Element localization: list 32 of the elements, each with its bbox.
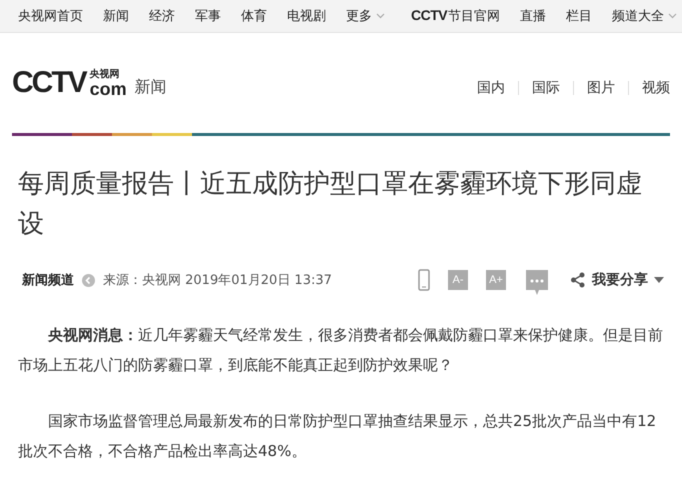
caret-icon bbox=[668, 13, 678, 19]
logo-domain: com bbox=[90, 80, 127, 98]
nav-link[interactable]: 经济 bbox=[149, 7, 175, 25]
back-icon[interactable] bbox=[82, 274, 95, 286]
nav-link[interactable]: 军事 bbox=[195, 7, 221, 25]
phone-icon[interactable] bbox=[418, 269, 430, 291]
source-date: 来源：央视网 2019年01月20日 13:37 bbox=[103, 272, 332, 289]
nav-link[interactable]: 更多 bbox=[346, 7, 385, 25]
paragraph: 央视网消息：近几年雾霾天气经常发生，很多消费者都会佩戴防霾口罩来保护健康。但是目前市场上五花八门的防雾霾口罩，到底能不能真正起到防护效果呢？ bbox=[18, 325, 664, 376]
nav-link[interactable]: 直播 bbox=[520, 7, 546, 25]
caret-icon bbox=[376, 13, 385, 19]
nav-link[interactable]: 栏目 bbox=[566, 7, 592, 25]
share-link[interactable]: 我要分享 bbox=[592, 271, 648, 289]
article-title: 每周质量报告丨近五成防护型口罩在雾霾环境下形同虚设 bbox=[18, 168, 643, 241]
nav-link[interactable]: 电视剧 bbox=[287, 7, 326, 25]
nav-link[interactable]: 体育 bbox=[241, 7, 267, 25]
logo[interactable]: CCTV bbox=[12, 68, 86, 98]
section-title: 新闻 bbox=[134, 77, 167, 98]
section-link[interactable]: 视频 bbox=[642, 79, 670, 97]
nav-link[interactable]: 央视网首页 bbox=[18, 7, 83, 25]
comment-icon[interactable] bbox=[526, 270, 548, 296]
brand-link[interactable]: CCTV节目官网 bbox=[411, 7, 500, 25]
paragraph: 国家市场监督管理总局最新发布的日常防护型口罩抽查结果显示，总共25批次产品当中有12批次不合格，不合格产品检出率高达48%。 bbox=[18, 411, 658, 462]
nav-link[interactable]: 频道大全 bbox=[612, 7, 678, 25]
channel-name[interactable]: 新闻频道 bbox=[22, 271, 74, 289]
section-link[interactable]: 图片 bbox=[587, 79, 615, 97]
nav-link[interactable]: 新闻 bbox=[103, 7, 129, 25]
logo-subtitle: 央视网 bbox=[90, 70, 121, 80]
caret-icon[interactable] bbox=[654, 277, 664, 283]
share-icon[interactable] bbox=[570, 272, 586, 288]
section-link[interactable]: 国内 bbox=[477, 79, 505, 97]
section-link[interactable]: 国际 bbox=[532, 79, 560, 97]
